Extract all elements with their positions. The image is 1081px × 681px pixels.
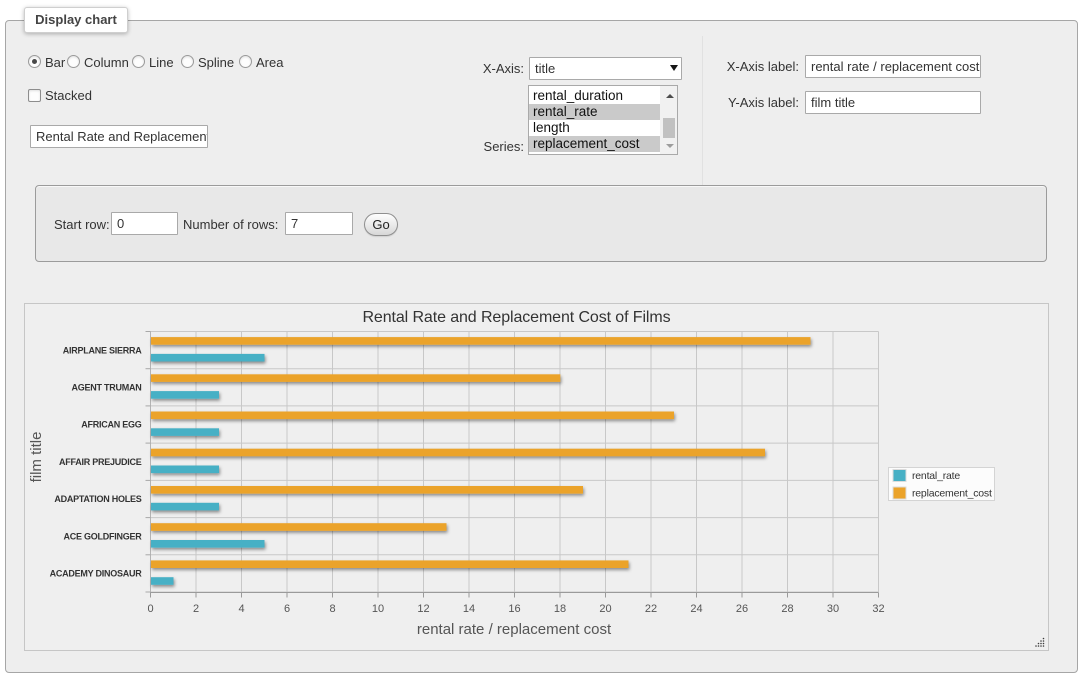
svg-text:film title: film title (28, 432, 45, 483)
svg-text:28: 28 (781, 603, 793, 615)
svg-text:2: 2 (193, 603, 199, 615)
svg-text:8: 8 (329, 603, 335, 615)
svg-text:12: 12 (417, 603, 429, 615)
svg-text:Rental Rate and Replacement Co: Rental Rate and Replacement Cost of Film… (362, 309, 670, 326)
svg-text:10: 10 (372, 603, 384, 615)
svg-text:4: 4 (238, 603, 244, 615)
svg-text:30: 30 (827, 603, 839, 615)
svg-text:ACE GOLDFINGER: ACE GOLDFINGER (63, 531, 142, 541)
svg-text:AIRPLANE SIERRA: AIRPLANE SIERRA (63, 345, 143, 355)
svg-text:replacement_cost: replacement_cost (912, 488, 992, 500)
svg-text:0: 0 (147, 603, 153, 615)
svg-text:20: 20 (599, 603, 611, 615)
svg-text:rental rate / replacement cost: rental rate / replacement cost (417, 621, 612, 638)
svg-text:rental_rate: rental_rate (912, 470, 960, 482)
svg-text:16: 16 (508, 603, 520, 615)
svg-text:14: 14 (463, 603, 475, 615)
svg-text:AFFAIR PREJUDICE: AFFAIR PREJUDICE (59, 457, 142, 467)
svg-text:22: 22 (645, 603, 657, 615)
svg-text:24: 24 (690, 603, 702, 615)
svg-text:32: 32 (872, 603, 884, 615)
svg-text:ACADEMY DINOSAUR: ACADEMY DINOSAUR (50, 569, 143, 579)
svg-text:ADAPTATION HOLES: ADAPTATION HOLES (54, 494, 141, 504)
svg-text:AGENT TRUMAN: AGENT TRUMAN (72, 383, 142, 393)
svg-text:18: 18 (554, 603, 566, 615)
svg-text:AFRICAN EGG: AFRICAN EGG (81, 420, 141, 430)
svg-text:26: 26 (736, 603, 748, 615)
svg-text:6: 6 (284, 603, 290, 615)
